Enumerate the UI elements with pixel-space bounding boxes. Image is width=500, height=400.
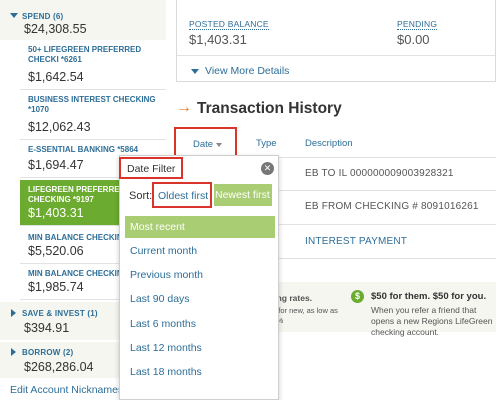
promo-referral-title[interactable]: $50 for them. $50 for you.: [371, 291, 486, 302]
chevron-right-icon: [11, 348, 16, 356]
account-amount: $1,985.74: [28, 280, 84, 294]
account-amount: $12,062.43: [28, 120, 91, 134]
posted-balance-label[interactable]: POSTED BALANCE: [189, 19, 269, 30]
chevron-down-icon: [191, 68, 199, 74]
promo-referral-body: When you refer a friend that opens a new…: [371, 305, 493, 337]
dollar-icon: $: [351, 290, 364, 303]
account-amount: $1,403.31: [28, 206, 84, 220]
type-column-header[interactable]: Type: [256, 138, 277, 149]
view-more-details-link[interactable]: View More Details: [191, 65, 289, 77]
account-item[interactable]: 50+ LIFEGREEN PREFERRED CHECKI *6261 $1,…: [20, 40, 166, 90]
group-spend-label: SPEND (6): [22, 12, 64, 21]
transaction-description: EB TO IL 000000009003928321: [305, 168, 454, 179]
description-column-header[interactable]: Description: [305, 138, 353, 149]
balance-card: POSTED BALANCE $1,403.31 PENDING $0.00 V…: [176, 0, 496, 82]
group-spend[interactable]: SPEND (6) $24,308.55: [0, 0, 166, 40]
account-amount: $1,694.47: [28, 158, 84, 172]
date-option-last-90-days[interactable]: Last 90 days: [125, 288, 275, 310]
oldest-first-button[interactable]: Oldest first: [152, 182, 212, 208]
date-option-most-recent[interactable]: Most recent: [125, 216, 275, 238]
transaction-description: EB FROM CHECKING # 8091016261: [305, 201, 479, 212]
date-filter-title: Date Filter: [119, 157, 183, 179]
chevron-right-icon: [11, 309, 16, 317]
pending-value: $0.00: [397, 32, 430, 47]
date-header-label: Date: [193, 139, 214, 150]
chevron-down-icon: [10, 13, 18, 18]
account-name: BUSINESS INTEREST CHECKING *1070: [28, 95, 156, 114]
account-amount: $1,642.54: [28, 70, 84, 84]
account-name: E-SSENTIAL BANKING *5864: [28, 145, 139, 154]
pending-label[interactable]: PENDING: [397, 19, 438, 30]
account-name: 50+ LIFEGREEN PREFERRED CHECKI *6261: [28, 45, 142, 64]
group-borrow-label: BORROW (2): [22, 348, 74, 357]
transaction-description-link[interactable]: INTEREST PAYMENT: [305, 236, 407, 247]
date-option-last-12-months[interactable]: Last 12 months: [125, 337, 275, 359]
group-spend-amount: $24,308.55: [24, 22, 87, 36]
group-borrow-amount: $268,286.04: [24, 360, 94, 374]
transaction-history-title: Transaction History: [197, 100, 342, 117]
account-item[interactable]: BUSINESS INTEREST CHECKING *1070 $12,062…: [20, 90, 166, 140]
newest-first-button[interactable]: Newest first: [214, 184, 272, 206]
group-save-amount: $394.91: [24, 321, 70, 335]
date-option-last-6-months[interactable]: Last 6 months: [125, 313, 275, 335]
sort-label: Sort:: [129, 190, 153, 202]
posted-balance-value: $1,403.31: [189, 32, 247, 47]
account-amount: $5,520.06: [28, 244, 84, 258]
date-column-header[interactable]: Date: [174, 127, 237, 157]
group-save-label: SAVE & INVEST (1): [22, 309, 98, 318]
date-option-previous-month[interactable]: Previous month: [125, 264, 275, 286]
card-divider: [177, 55, 495, 56]
caret-down-icon: [216, 143, 222, 147]
edit-nicknames-link[interactable]: Edit Account Nicknames: [10, 384, 123, 396]
arrow-right-icon: →: [176, 99, 192, 116]
app-root: SPEND (6) $24,308.55 50+ LIFEGREEN PREFE…: [0, 0, 500, 400]
date-option-current-month[interactable]: Current month: [125, 240, 275, 262]
close-icon[interactable]: ✕: [261, 162, 274, 175]
date-option-last-18-months[interactable]: Last 18 months: [125, 361, 275, 383]
